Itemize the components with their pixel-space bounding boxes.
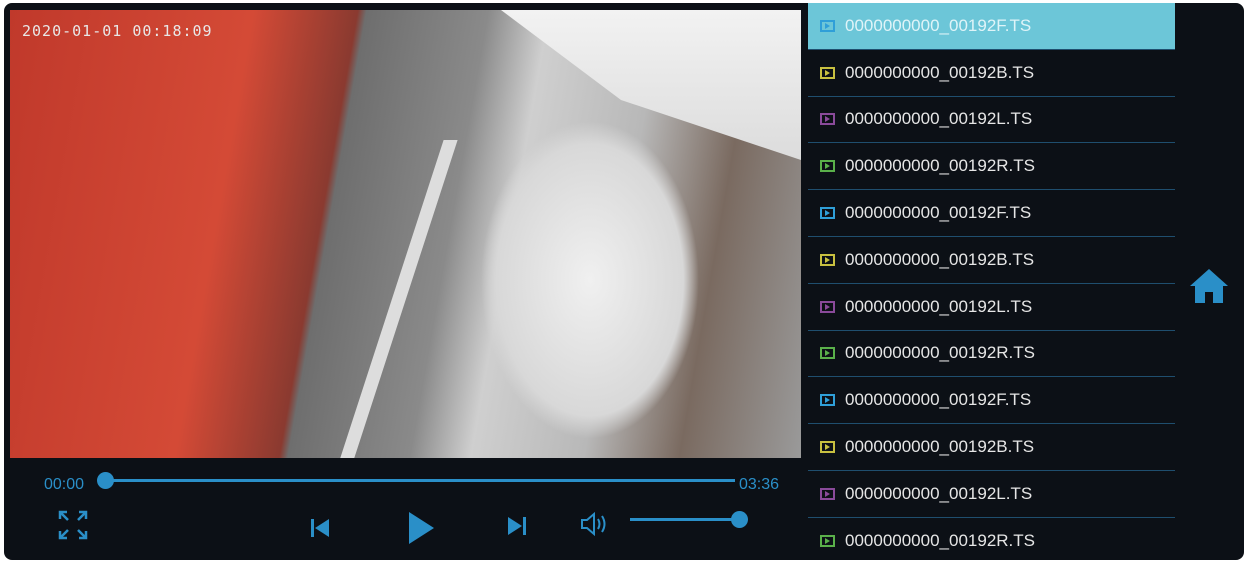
- seek-bar[interactable]: [97, 472, 735, 489]
- volume-button[interactable]: [578, 509, 610, 539]
- current-time: 00:00: [44, 476, 85, 493]
- video-file-icon: [820, 534, 835, 547]
- file-name: 0000000000_00192R.TS: [845, 530, 1035, 550]
- file-list-item[interactable]: 0000000000_00192L.TS: [808, 470, 1175, 518]
- video-car: [480, 120, 700, 440]
- play-button[interactable]: [404, 508, 438, 548]
- file-name: 0000000000_00192L.TS: [845, 483, 1033, 503]
- file-name: 0000000000_00192R.TS: [845, 156, 1035, 176]
- file-list-item[interactable]: 0000000000_00192F.TS: [808, 3, 1175, 50]
- previous-button[interactable]: [307, 515, 333, 541]
- file-name: 0000000000_00192F.TS: [845, 15, 1032, 35]
- file-list-item[interactable]: 0000000000_00192F.TS: [808, 377, 1175, 425]
- skip-previous-icon: [311, 519, 329, 537]
- skip-next-icon: [508, 517, 526, 535]
- video-lane-marking: [336, 140, 458, 458]
- video-file-icon: [820, 207, 835, 220]
- video-file-icon: [820, 487, 835, 500]
- file-name: 0000000000_00192F.TS: [845, 390, 1032, 410]
- file-name: 0000000000_00192R.TS: [845, 343, 1035, 363]
- speaker-icon: [581, 511, 606, 537]
- fullscreen-icon: [58, 510, 88, 540]
- video-file-icon: [820, 160, 835, 173]
- file-list-item[interactable]: 0000000000_00192B.TS: [808, 236, 1175, 284]
- video-file-icon: [820, 347, 835, 360]
- play-icon: [409, 512, 434, 544]
- video-file-icon: [820, 113, 835, 126]
- file-name: 0000000000_00192L.TS: [845, 109, 1033, 129]
- file-list-item[interactable]: 0000000000_00192L.TS: [808, 96, 1175, 144]
- next-button[interactable]: [504, 513, 530, 539]
- volume-handle[interactable]: [731, 511, 748, 528]
- video-file-icon: [820, 441, 835, 454]
- file-name: 0000000000_00192F.TS: [845, 203, 1032, 223]
- video-file-icon: [820, 19, 835, 32]
- file-name: 0000000000_00192B.TS: [845, 62, 1035, 82]
- video-file-icon: [820, 253, 835, 266]
- file-name: 0000000000_00192L.TS: [845, 296, 1033, 316]
- video-file-icon: [820, 394, 835, 407]
- file-list-item[interactable]: 0000000000_00192L.TS: [808, 283, 1175, 331]
- video-file-icon: [820, 300, 835, 313]
- volume-slider[interactable]: [630, 511, 748, 528]
- file-list-item[interactable]: 0000000000_00192R.TS: [808, 330, 1175, 378]
- video-timestamp: 2020-01-01 00:18:09: [22, 22, 213, 40]
- file-list-item[interactable]: 0000000000_00192F.TS: [808, 190, 1175, 237]
- seek-handle[interactable]: [97, 472, 114, 489]
- file-list-item[interactable]: 0000000000_00192B.TS: [808, 49, 1175, 97]
- file-name: 0000000000_00192B.TS: [845, 437, 1035, 457]
- video-view[interactable]: 2020-01-01 00:18:09: [10, 10, 801, 458]
- file-name: 0000000000_00192B.TS: [845, 249, 1035, 269]
- file-list-item[interactable]: 0000000000_00192B.TS: [808, 424, 1175, 471]
- home-button[interactable]: [1189, 266, 1229, 306]
- duration: 03:36: [739, 476, 780, 493]
- player-app: 2020-01-01 00:18:09 00:00 03:36 00000000…: [4, 3, 1244, 560]
- file-list: 0000000000_00192F.TS 0000000000_00192B.TS…: [808, 3, 1175, 560]
- file-list-item[interactable]: 0000000000_00192R.TS: [808, 517, 1175, 560]
- fullscreen-button[interactable]: [56, 508, 90, 542]
- home-icon: [1190, 269, 1228, 303]
- video-file-icon: [820, 66, 835, 79]
- file-list-item[interactable]: 0000000000_00192R.TS: [808, 143, 1175, 191]
